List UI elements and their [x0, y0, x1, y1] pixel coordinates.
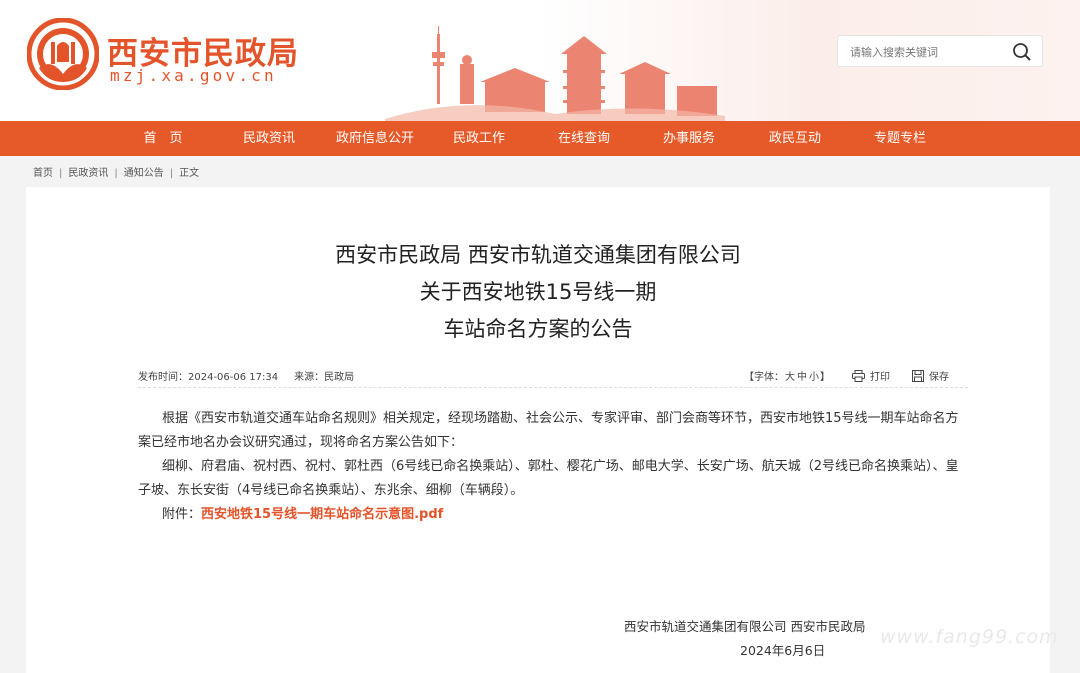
font-large-button[interactable]: 大	[785, 368, 795, 383]
title-line: 车站命名方案的公告	[443, 317, 633, 341]
save-button[interactable]: 保存	[912, 368, 949, 383]
save-label: 保存	[929, 372, 949, 383]
nav-item-services[interactable]: 办事服务	[654, 121, 724, 156]
print-button[interactable]: 打印	[852, 368, 890, 383]
nav-item-news[interactable]: 民政资讯	[234, 121, 304, 156]
city-skyline-illustration	[385, 26, 725, 121]
font-small-button[interactable]: 小	[809, 368, 819, 383]
main-nav: 首 页 民政资讯 政府信息公开 民政工作 在线查询 办事服务 政民互动 专题专栏	[0, 121, 1080, 156]
breadcrumb: 首页 | 民政资讯 | 通知公告 | 正文	[33, 168, 200, 179]
font-size-close: 】	[820, 372, 830, 383]
search-box	[837, 35, 1043, 67]
article-title: 西安市民政局 西安市轨道交通集团有限公司 关于西安地铁15号线一期 车站命名方案…	[26, 237, 1050, 348]
nav-item-online-query[interactable]: 在线查询	[549, 121, 619, 156]
nav-item-gov-info[interactable]: 政府信息公开	[330, 121, 420, 156]
attachment-link[interactable]: 西安地铁15号线一期车站命名示意图.pdf	[201, 507, 443, 522]
search-icon[interactable]	[1011, 41, 1033, 63]
nav-item-civil-work[interactable]: 民政工作	[444, 121, 514, 156]
source-label: 来源：	[294, 372, 325, 383]
publish-date: 2024年6月6日	[740, 643, 826, 658]
meta-divider	[138, 387, 968, 388]
paragraph-1: 根据《西安市轨道交通车站命名规则》相关规定，经现场踏勘、社会公示、专家评审、部门…	[138, 411, 959, 450]
nav-item-interaction[interactable]: 政民互动	[760, 121, 830, 156]
breadcrumb-news[interactable]: 民政资讯	[68, 168, 108, 179]
print-label: 打印	[870, 372, 890, 383]
save-icon	[912, 369, 924, 382]
breadcrumb-home[interactable]: 首页	[33, 168, 53, 179]
breadcrumb-notices[interactable]: 通知公告	[124, 168, 164, 179]
article-meta: 发布时间：2024-06-06 17:34 来源：民政局	[138, 368, 358, 383]
publish-time-label: 发布时间：	[138, 372, 188, 383]
nav-item-home[interactable]: 首 页	[135, 121, 191, 156]
site-domain: mzj.xa.gov.cn	[110, 66, 277, 85]
source: 民政局	[324, 372, 355, 383]
article-body: 根据《西安市轨道交通车站命名规则》相关规定，经现场踏勘、社会公示、专家评审、部门…	[138, 407, 968, 527]
title-line: 关于西安地铁15号线一期	[419, 280, 657, 304]
breadcrumb-current: 正文	[179, 168, 200, 179]
publish-time: 2024-06-06 17:34	[188, 372, 279, 383]
site-header: 西安市民政局 mzj.xa.gov.cn	[0, 0, 1080, 121]
font-medium-button[interactable]: 中	[797, 368, 807, 383]
site-logo-icon[interactable]	[27, 18, 99, 90]
printer-icon	[852, 369, 865, 382]
article-panel: 西安市民政局 西安市轨道交通集团有限公司 关于西安地铁15号线一期 车站命名方案…	[26, 187, 1050, 673]
nav-item-topics[interactable]: 专题专栏	[865, 121, 935, 156]
attachment-line: 附件：西安地铁15号线一期车站命名示意图.pdf	[138, 503, 968, 527]
attachment-label: 附件：	[162, 507, 202, 522]
watermark: www.fang99.com	[880, 626, 1059, 648]
signature: 西安市轨道交通集团有限公司 西安市民政局	[624, 619, 866, 634]
font-size-label: 【字体：	[744, 372, 784, 383]
article-tools: 【字体： 大 中 小 】 打印 保存	[744, 368, 949, 383]
paragraph-2: 细柳、府君庙、祝村西、祝村、郭杜西（6号线已命名换乘站）、郭杜、樱花广场、邮电大…	[138, 459, 959, 498]
search-input[interactable]	[850, 42, 1010, 62]
title-line: 西安市民政局 西安市轨道交通集团有限公司	[335, 243, 741, 267]
